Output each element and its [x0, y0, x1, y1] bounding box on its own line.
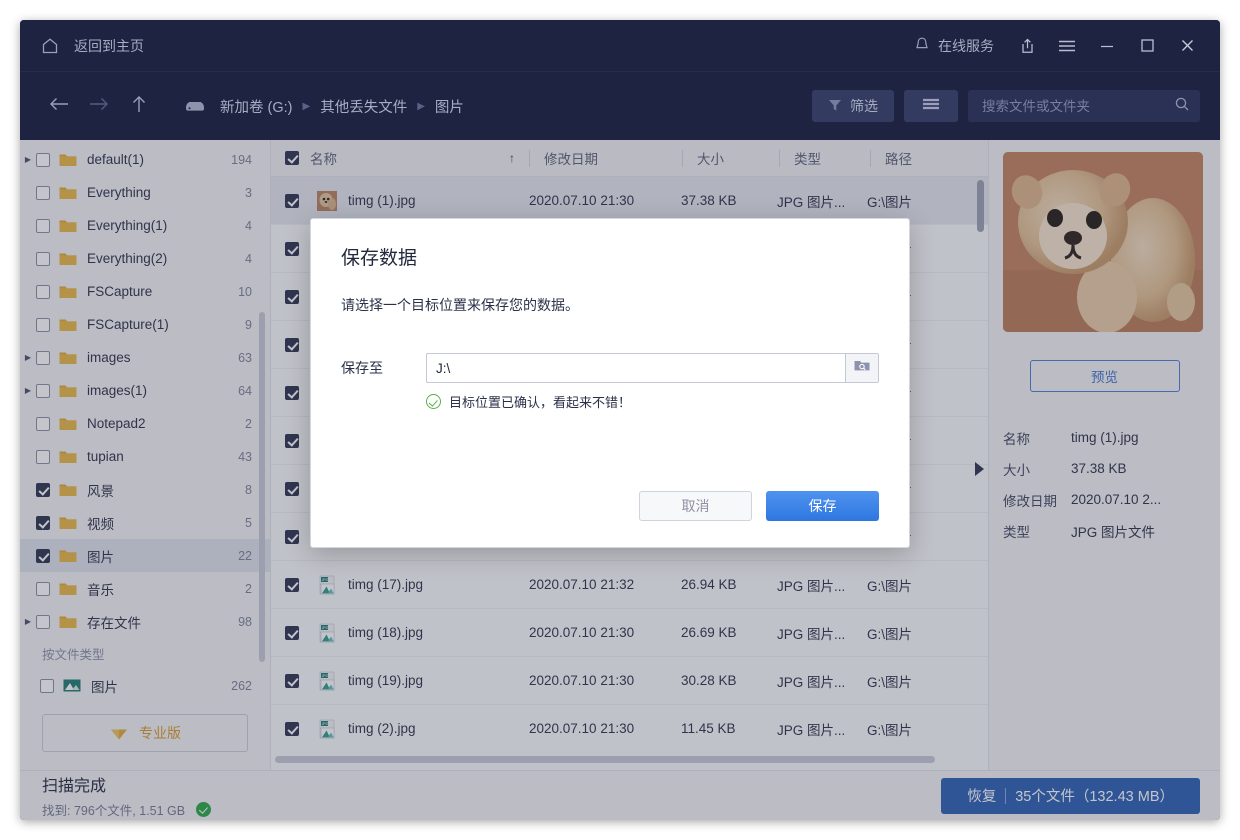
dialog-description: 请选择一个目标位置来保存您的数据。	[341, 295, 879, 315]
save-path-label: 保存至	[341, 358, 426, 378]
navigation-bar: 新加卷 (G:) ▶ 其他丢失文件 ▶ 图片 筛选	[20, 72, 1220, 140]
arrow-right-icon	[88, 95, 110, 118]
browse-button[interactable]	[845, 353, 879, 383]
save-path-input[interactable]	[426, 353, 845, 383]
drive-icon	[184, 99, 206, 113]
save-path-hint: 目标位置已确认，看起来不错！	[426, 392, 879, 411]
cancel-label: 取消	[682, 496, 710, 516]
nav-tools: 筛选	[812, 90, 1220, 122]
search-box[interactable]	[968, 90, 1200, 122]
folder-search-icon	[853, 358, 871, 378]
breadcrumb-chevron-icon: ▶	[417, 101, 425, 112]
save-path-hint-text: 目标位置已确认，看起来不错！	[449, 392, 631, 411]
list-view-button[interactable]	[904, 90, 958, 122]
save-label: 保存	[809, 496, 837, 516]
breadcrumb-item-0[interactable]: 新加卷 (G:)	[220, 96, 293, 117]
home-button[interactable]: 返回到主页	[20, 36, 144, 56]
minimize-button[interactable]	[1088, 29, 1126, 63]
save-data-dialog: 保存数据 请选择一个目标位置来保存您的数据。 保存至	[310, 218, 910, 548]
online-service-button[interactable]: 在线服务	[902, 36, 1006, 56]
bell-icon	[914, 36, 930, 56]
search-input[interactable]	[982, 99, 1174, 114]
breadcrumb-chevron-icon: ▶	[303, 101, 311, 112]
search-icon[interactable]	[1174, 96, 1190, 117]
minimize-icon	[1099, 40, 1115, 52]
breadcrumb-item-1[interactable]: 其他丢失文件	[320, 96, 407, 117]
maximize-icon	[1140, 38, 1155, 53]
arrow-left-icon	[48, 95, 70, 118]
breadcrumb-item-2[interactable]: 图片	[435, 96, 464, 117]
save-path-field: 保存至	[341, 353, 879, 383]
home-icon	[40, 36, 60, 56]
check-circle-outline-icon	[426, 394, 441, 409]
funnel-icon	[828, 98, 842, 115]
cancel-button[interactable]: 取消	[639, 491, 752, 521]
menu-button[interactable]	[1048, 29, 1086, 63]
maximize-button[interactable]	[1128, 29, 1166, 63]
dialog-title: 保存数据	[341, 243, 879, 270]
list-view-icon	[921, 97, 941, 116]
home-label: 返回到主页	[74, 36, 144, 56]
window-controls: 在线服务	[902, 29, 1220, 63]
share-button[interactable]	[1008, 29, 1046, 63]
title-bar: 返回到主页 在线服务	[20, 20, 1220, 72]
dialog-actions: 取消 保存	[639, 491, 879, 521]
filter-button[interactable]: 筛选	[812, 90, 894, 122]
application-window: 返回到主页 在线服务	[20, 20, 1220, 820]
save-path-input-wrap	[426, 353, 879, 383]
back-button[interactable]	[42, 89, 76, 123]
up-button[interactable]	[122, 89, 156, 123]
save-button[interactable]: 保存	[766, 491, 879, 521]
nav-arrow-group	[20, 89, 156, 123]
filter-label: 筛选	[850, 96, 878, 116]
breadcrumb: 新加卷 (G:) ▶ 其他丢失文件 ▶ 图片	[184, 96, 464, 117]
share-icon	[1019, 37, 1036, 55]
arrow-up-icon	[130, 94, 148, 119]
online-service-label: 在线服务	[938, 36, 994, 56]
close-button[interactable]	[1168, 29, 1206, 63]
hamburger-icon	[1058, 39, 1076, 53]
forward-button[interactable]	[82, 89, 116, 123]
close-icon	[1180, 38, 1195, 53]
